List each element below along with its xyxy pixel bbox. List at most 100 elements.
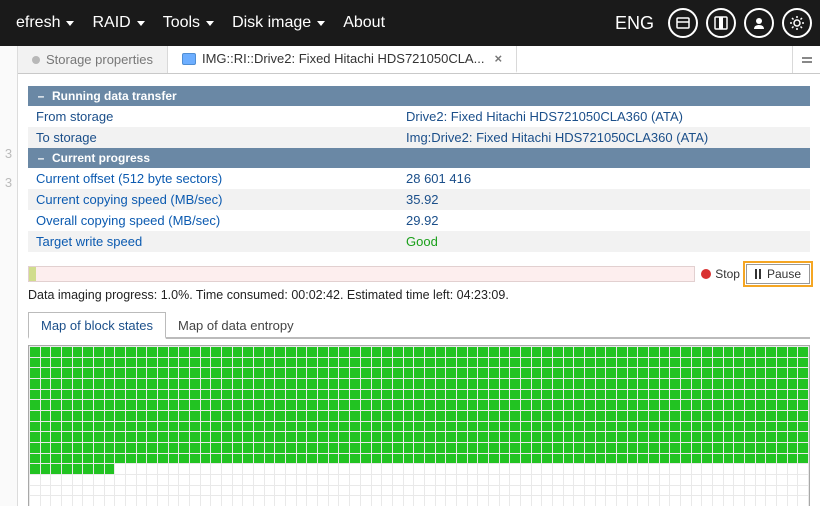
block-cell <box>564 475 574 485</box>
topbar-right: ENG <box>615 8 812 38</box>
block-cell <box>713 475 723 485</box>
block-cell <box>158 496 168 506</box>
block-cell <box>521 443 531 453</box>
block-cell <box>190 347 200 357</box>
block-cell <box>254 454 264 464</box>
block-cell <box>190 496 200 506</box>
stop-button[interactable]: Stop <box>701 267 740 281</box>
block-cell <box>158 464 168 474</box>
block-cell <box>83 358 93 368</box>
menu-refresh[interactable]: efresh <box>8 8 82 38</box>
block-cell <box>564 358 574 368</box>
block-cell <box>94 347 104 357</box>
block-cell <box>62 347 72 357</box>
block-cell <box>660 358 670 368</box>
block-cell <box>468 443 478 453</box>
block-cell <box>446 486 456 496</box>
menu-about[interactable]: About <box>335 8 393 38</box>
block-cell <box>30 464 40 474</box>
block-cell <box>532 496 542 506</box>
tab-storage-properties[interactable]: Storage properties <box>18 46 168 73</box>
block-cell <box>393 496 403 506</box>
block-cell <box>179 496 189 506</box>
block-cell <box>638 454 648 464</box>
block-cell <box>233 432 243 442</box>
block-cell <box>425 432 435 442</box>
block-cell <box>83 464 93 474</box>
block-cell <box>553 475 563 485</box>
block-cell <box>222 496 232 506</box>
block-cell <box>606 443 616 453</box>
block-cell <box>275 464 285 474</box>
block-cell <box>649 400 659 410</box>
block-cell <box>211 368 221 378</box>
block-cell <box>478 486 488 496</box>
block-cell <box>521 475 531 485</box>
user-button[interactable] <box>744 8 774 38</box>
block-cell <box>702 422 712 432</box>
block-cell <box>30 422 40 432</box>
block-cell <box>724 368 734 378</box>
block-cell <box>489 496 499 506</box>
block-cell <box>564 390 574 400</box>
block-cell <box>500 486 510 496</box>
block-cell <box>724 358 734 368</box>
block-cell <box>532 486 542 496</box>
section-header[interactable]: – Current progress <box>28 148 810 168</box>
left-gutter: 3 3 <box>0 46 18 506</box>
block-cell <box>372 390 382 400</box>
block-cell <box>372 358 382 368</box>
block-cell <box>436 432 446 442</box>
block-cell <box>62 400 72 410</box>
collapse-tabs-button[interactable] <box>792 46 820 73</box>
pause-button[interactable]: Pause <box>746 264 810 284</box>
block-cell <box>393 486 403 496</box>
close-icon[interactable]: × <box>494 51 502 66</box>
section-running-transfer: – Running data transfer From storage Dri… <box>28 86 810 148</box>
block-cell <box>777 347 787 357</box>
settings-button[interactable] <box>782 8 812 38</box>
block-cell <box>222 390 232 400</box>
tab-data-entropy[interactable]: Map of data entropy <box>166 313 306 337</box>
language-selector[interactable]: ENG <box>615 13 654 34</box>
block-cell <box>265 432 275 442</box>
tab-image-drive[interactable]: IMG::RI::Drive2: Fixed Hitachi HDS721050… <box>168 46 517 73</box>
block-cell <box>585 475 595 485</box>
block-cell <box>681 358 691 368</box>
block-cell <box>457 422 467 432</box>
section-title: Current progress <box>52 151 150 165</box>
menu-disk-image[interactable]: Disk image <box>224 8 333 38</box>
block-cell <box>510 454 520 464</box>
section-header[interactable]: – Running data transfer <box>28 86 810 106</box>
block-cell <box>553 422 563 432</box>
progress-table: Current offset (512 byte sectors) 28 601… <box>28 168 810 252</box>
block-cell <box>190 475 200 485</box>
menu-raid[interactable]: RAID <box>84 8 152 38</box>
block-cell <box>169 379 179 389</box>
block-cell <box>553 358 563 368</box>
menu-tools[interactable]: Tools <box>155 8 222 38</box>
block-cell <box>681 400 691 410</box>
block-cell <box>414 475 424 485</box>
block-cell <box>307 379 317 389</box>
panel-button[interactable] <box>706 8 736 38</box>
block-cell <box>179 432 189 442</box>
block-cell <box>158 379 168 389</box>
tab-block-states[interactable]: Map of block states <box>28 312 166 339</box>
block-cell <box>201 496 211 506</box>
block-cell <box>606 347 616 357</box>
block-cell <box>339 390 349 400</box>
block-cell <box>393 411 403 421</box>
block-cell <box>51 486 61 496</box>
block-cell <box>457 379 467 389</box>
block-cell <box>766 390 776 400</box>
view-button[interactable] <box>668 8 698 38</box>
block-cell <box>211 390 221 400</box>
block-cell <box>329 454 339 464</box>
block-cell <box>147 390 157 400</box>
block-cell <box>115 379 125 389</box>
block-cell <box>532 422 542 432</box>
block-cell <box>457 475 467 485</box>
block-cell <box>350 379 360 389</box>
block-cell <box>105 486 115 496</box>
